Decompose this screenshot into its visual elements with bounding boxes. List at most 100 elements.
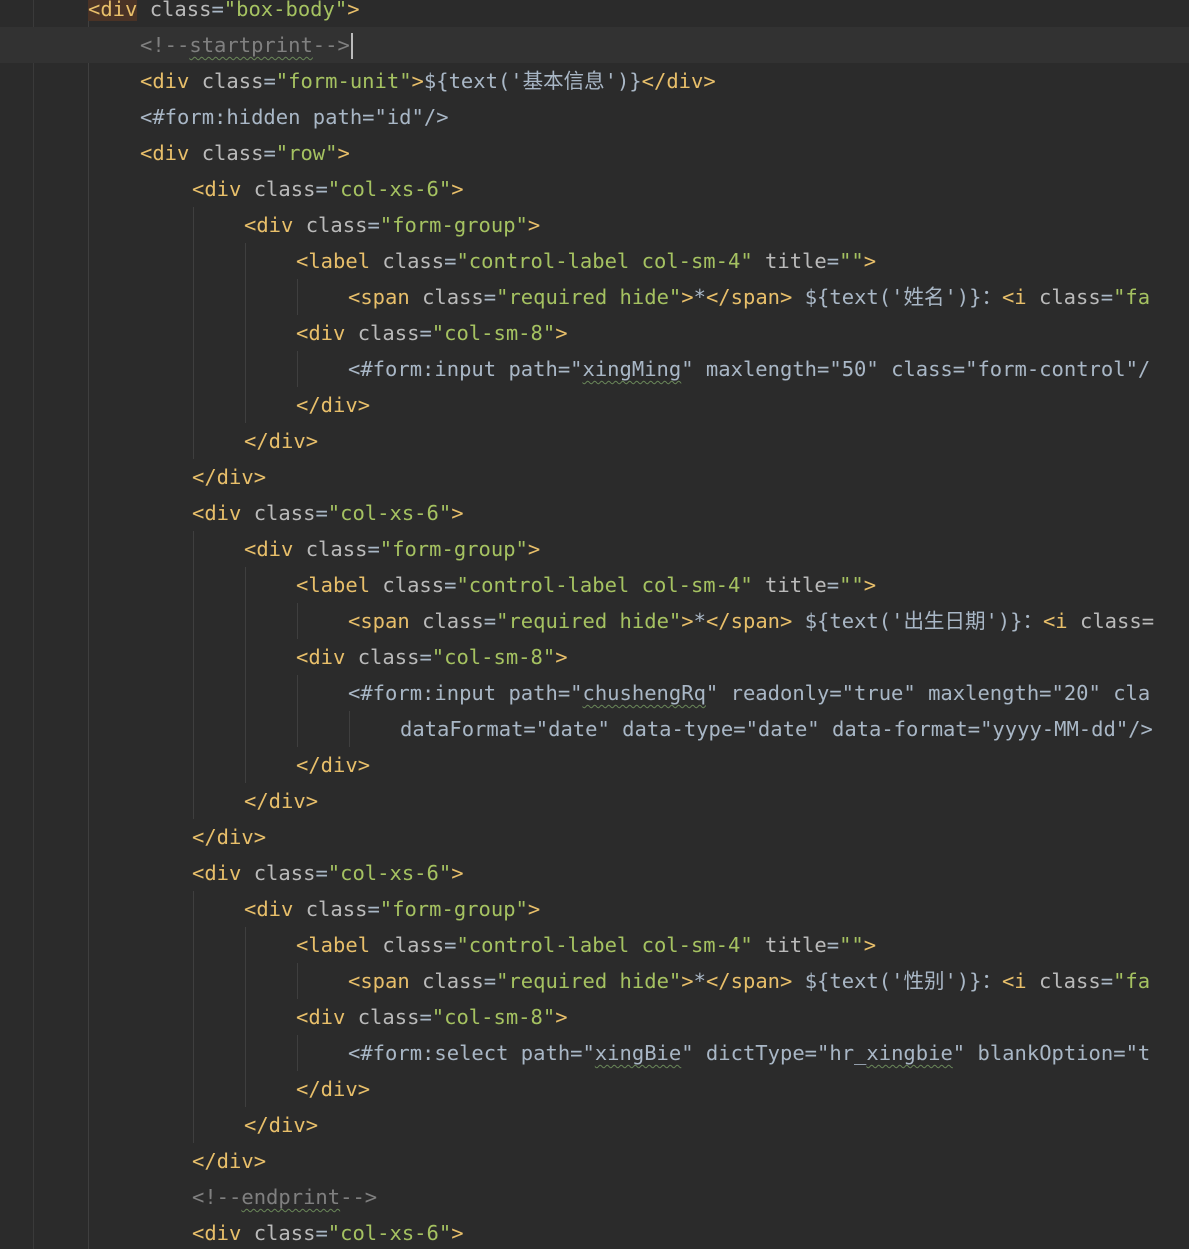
code-token: class	[201, 141, 264, 165]
code-line[interactable]: <#form:hidden path="id"/>	[0, 99, 1189, 135]
code-line[interactable]: </div>	[0, 1071, 1189, 1107]
code-token: "col-xs-6"	[327, 501, 452, 525]
code-line[interactable]: <div class="col-sm-8">	[0, 999, 1189, 1035]
code-line[interactable]: </div>	[0, 1143, 1189, 1179]
code-line[interactable]: </div>	[0, 747, 1189, 783]
code-token: >	[681, 285, 694, 309]
code-token: ""	[839, 573, 864, 597]
code-line[interactable]: </div>	[0, 783, 1189, 819]
code-token: =	[263, 141, 276, 165]
code-line[interactable]: <div class="col-xs-6">	[0, 495, 1189, 531]
code-token: <i	[1001, 285, 1027, 309]
code-line[interactable]: <div class="col-xs-6">	[0, 855, 1189, 891]
code-token: =	[483, 285, 497, 309]
code-token: >	[527, 537, 541, 561]
code-token: xingbie	[866, 1041, 953, 1065]
code-line[interactable]: <span class="required hide">*</span> ${t…	[0, 963, 1189, 999]
code-line[interactable]: <div class="form-unit">${text('基本信息')}</…	[0, 63, 1189, 99]
code-line[interactable]: <div class="col-sm-8">	[0, 639, 1189, 675]
code-line[interactable]: <div class="col-sm-8">	[0, 315, 1189, 351]
code-token: class	[201, 69, 264, 93]
code-token: =	[263, 69, 276, 93]
code-token: class	[357, 1005, 420, 1029]
code-line[interactable]: <#form:input path="chushengRq" readonly=…	[0, 675, 1189, 711]
code-token: "row"	[275, 141, 338, 165]
code-token: </span>	[705, 285, 793, 309]
code-token: class	[305, 897, 368, 921]
code-token: startprint	[189, 33, 313, 57]
code-token: <i	[1042, 609, 1068, 633]
code-token: >	[527, 897, 541, 921]
code-line[interactable]: <label class="control-label col-sm-4" ti…	[0, 567, 1189, 603]
code-token: =	[483, 609, 497, 633]
code-token: <div	[140, 141, 190, 165]
code-token: </div>	[192, 465, 267, 489]
code-token: <label	[296, 933, 371, 957]
code-token: class	[422, 609, 484, 633]
code-token: <div	[244, 537, 294, 561]
code-token: </div>	[244, 429, 319, 453]
code-line[interactable]: <div class="col-xs-6">	[0, 171, 1189, 207]
code-token: "fa	[1113, 969, 1151, 993]
code-token: =	[211, 0, 224, 21]
code-line[interactable]: <div class="box-body">	[0, 0, 1189, 27]
code-token: title	[765, 573, 827, 597]
code-token: >	[347, 0, 360, 21]
code-token: <label	[296, 573, 371, 597]
code-line[interactable]: <div class="form-group">	[0, 207, 1189, 243]
code-token: >	[451, 861, 464, 885]
code-token: title	[765, 249, 827, 273]
code-line[interactable]: <span class="required hide">*</span> ${t…	[0, 279, 1189, 315]
code-line[interactable]: <#form:input path="xingMing" maxlength="…	[0, 351, 1189, 387]
code-line[interactable]: <div class="form-group">	[0, 891, 1189, 927]
code-token: ${text('姓名')}：	[792, 285, 1002, 309]
code-token: class	[253, 1221, 316, 1245]
code-line[interactable]: <div class="form-group">	[0, 531, 1189, 567]
code-line[interactable]: <label class="control-label col-sm-4" ti…	[0, 927, 1189, 963]
code-line[interactable]: <div class="col-xs-6">	[0, 1215, 1189, 1249]
text-caret	[350, 33, 353, 59]
code-token: =	[826, 573, 840, 597]
code-token: <#form:hidden path="id"/>	[140, 105, 449, 129]
code-line[interactable]: dataFormat="date" data-type="date" data-…	[0, 711, 1189, 747]
code-token: class	[253, 501, 316, 525]
code-token: title	[765, 933, 827, 957]
code-token: </div>	[244, 1113, 319, 1137]
code-token: <#form:select path="	[348, 1041, 595, 1065]
code-token: >	[451, 1221, 464, 1245]
code-token: >	[863, 573, 877, 597]
code-line[interactable]: </div>	[0, 423, 1189, 459]
code-token: "form-group"	[379, 897, 528, 921]
code-token: "required hide"	[496, 285, 682, 309]
code-line[interactable]: <div class="row">	[0, 135, 1189, 171]
code-token: ${text('基本信息')}	[423, 69, 642, 93]
code-token: >	[451, 177, 464, 201]
code-line[interactable]: </div>	[0, 387, 1189, 423]
code-token: class	[382, 573, 445, 597]
code-token: <div	[244, 897, 294, 921]
code-token: >	[863, 249, 877, 273]
code-line[interactable]: <label class="control-label col-sm-4" ti…	[0, 243, 1189, 279]
code-token: xingMing	[582, 357, 682, 381]
code-line[interactable]: </div>	[0, 459, 1189, 495]
code-line[interactable]: </div>	[0, 1107, 1189, 1143]
code-token: =	[315, 501, 328, 525]
code-token: >	[863, 933, 877, 957]
code-line[interactable]: <span class="required hide">*</span> ${t…	[0, 603, 1189, 639]
code-editor[interactable]: <div class="box-body"> <!--startprint--> <…	[0, 0, 1189, 1249]
code-line[interactable]: </div>	[0, 819, 1189, 855]
code-token: >	[527, 213, 541, 237]
code-line[interactable]: <#form:select path="xingBie" dictType="h…	[0, 1035, 1189, 1071]
code-token: </span>	[705, 609, 793, 633]
code-line[interactable]: <!--endprint-->	[0, 1179, 1189, 1215]
code-line[interactable]: <!--startprint-->	[0, 27, 1189, 63]
